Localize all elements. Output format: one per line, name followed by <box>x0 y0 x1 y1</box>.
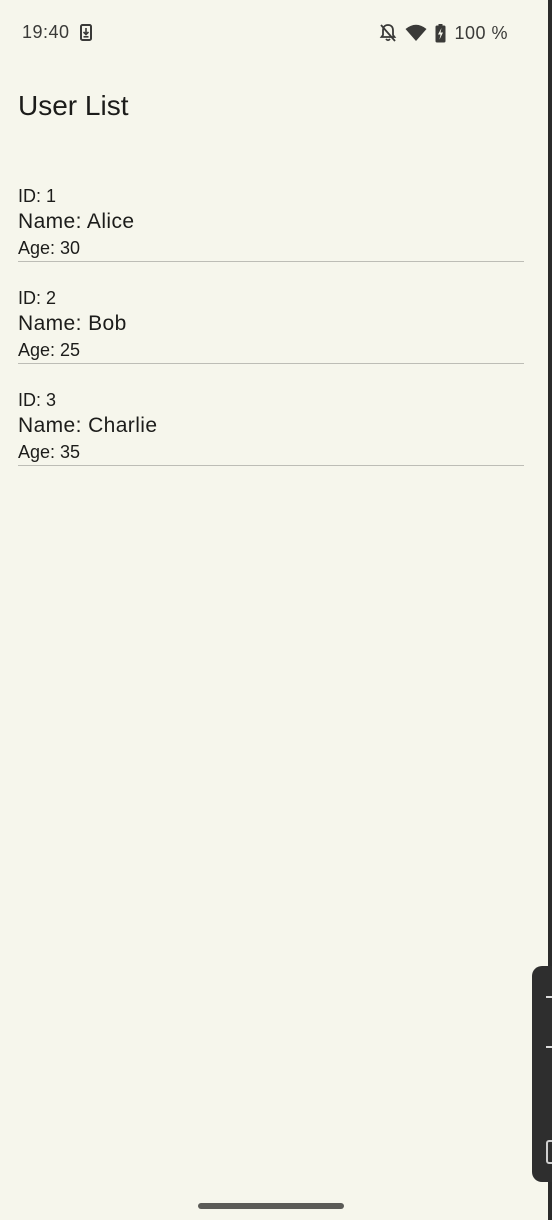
status-time: 19:40 <box>22 22 70 42</box>
status-bar: 19:40 100 % <box>0 0 552 66</box>
user-id: ID: 1 <box>18 186 57 206</box>
battery-percentage: 100 % <box>454 22 508 43</box>
download-notification-icon <box>80 24 92 41</box>
user-age: Age: 30 <box>18 238 81 258</box>
wifi-icon <box>405 24 427 42</box>
user-id: ID: 2 <box>18 288 57 308</box>
bell-off-icon <box>379 23 397 43</box>
user-list: ID: 1 Name: Alice Age: 30 ID: 2 Name: Bo… <box>18 184 524 490</box>
user-age: Age: 35 <box>18 442 81 462</box>
list-item[interactable]: ID: 2 Name: Bob Age: 25 <box>18 286 524 388</box>
panel-square-icon[interactable] <box>546 1140 552 1164</box>
divider <box>18 363 524 364</box>
user-age: Age: 25 <box>18 340 81 360</box>
panel-tick <box>546 996 552 998</box>
divider <box>18 465 524 466</box>
page-title: User List <box>18 90 129 121</box>
status-icons: 100 % <box>379 22 508 44</box>
user-name: Name: Alice <box>18 210 135 233</box>
panel-tick <box>546 1046 552 1048</box>
user-name: Name: Charlie <box>18 414 158 437</box>
floating-side-panel[interactable] <box>532 966 552 1182</box>
gesture-nav-handle[interactable] <box>198 1203 344 1209</box>
user-id: ID: 3 <box>18 390 57 410</box>
list-item[interactable]: ID: 1 Name: Alice Age: 30 <box>18 184 524 286</box>
user-name: Name: Bob <box>18 312 127 335</box>
divider <box>18 261 524 262</box>
battery-charging-icon <box>435 23 446 43</box>
list-item[interactable]: ID: 3 Name: Charlie Age: 35 <box>18 388 524 490</box>
